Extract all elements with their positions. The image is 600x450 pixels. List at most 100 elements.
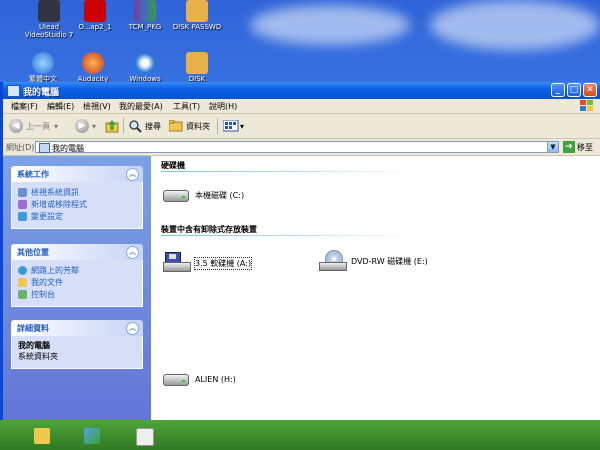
collapse-icon[interactable]: ︽ [126, 246, 139, 259]
task-view-system-info[interactable]: 檢視系統資訊 [18, 186, 136, 198]
task-pane: 系統工作 ︽ 檢視系統資訊 新增或移除程式 變更設定 其他位置 ︽ 網路上的芳鄰… [3, 156, 151, 420]
folder-icon[interactable] [34, 428, 50, 444]
hard-drive-icon [163, 368, 191, 390]
other-places-panel: 其他位置 ︽ 網路上的芳鄰 我的文件 控制台 [11, 244, 143, 307]
toolbar-separator [123, 118, 124, 134]
windows-flag-icon [580, 100, 593, 111]
search-icon [129, 119, 142, 133]
archive-icon [134, 0, 156, 22]
views-button[interactable]: ▾ [223, 118, 244, 134]
close-button[interactable]: ✕ [583, 83, 597, 97]
address-input[interactable]: 我的電腦 [35, 141, 555, 153]
system-tasks-header[interactable]: 系統工作 ︽ [11, 166, 143, 182]
details-panel: 詳細資料 ︽ 我的電腦 系統資料夾 [11, 320, 143, 369]
ulead-icon [38, 0, 60, 22]
desktop-icon-disk[interactable]: DISK [168, 52, 226, 83]
headphones-icon [82, 52, 104, 74]
place-control-panel[interactable]: 控制台 [18, 288, 136, 300]
views-grid-icon [223, 120, 239, 132]
chevron-down-icon: ▾ [92, 121, 97, 131]
collapse-icon[interactable]: ︽ [126, 168, 139, 181]
forward-arrow-icon: ▶ [75, 119, 89, 133]
desktop-cloud [250, 5, 410, 45]
system-tasks-body: 檢視系統資訊 新增或移除程式 變更設定 [11, 182, 143, 229]
up-folder-icon [105, 120, 119, 133]
address-label: 網址(D) [6, 143, 35, 152]
dvd-drive-icon [319, 250, 347, 272]
place-my-documents[interactable]: 我的文件 [18, 276, 136, 288]
drive-dvd-e[interactable]: DVD-RW 磁碟機 (E:) [319, 250, 428, 272]
menu-favorites[interactable]: 我的最愛(A) [119, 101, 163, 112]
network-icon [18, 265, 27, 275]
go-button[interactable]: ➔ 移至 [563, 141, 593, 153]
toolbar: ◀ 上一頁 ▾ ▶ ▾ 搜尋 資料夾 ▾ [3, 114, 600, 139]
details-subtitle: 系統資料夾 [18, 352, 58, 361]
ie-icon [32, 52, 54, 74]
up-folder-button[interactable] [105, 118, 119, 134]
disk-icon [186, 52, 208, 74]
menu-tools[interactable]: 工具(T) [173, 101, 200, 112]
toolbar-separator [217, 118, 218, 134]
menu-help[interactable]: 說明(H) [209, 101, 237, 112]
desktop-bottom [0, 420, 600, 450]
media-player-icon [134, 52, 156, 74]
chevron-down-icon: ▾ [240, 121, 245, 131]
document-icon[interactable] [136, 428, 154, 446]
go-arrow-icon: ➔ [563, 141, 575, 153]
desktop-icon-windows[interactable]: Windows [116, 52, 174, 83]
programs-icon [18, 199, 27, 209]
menu-edit[interactable]: 編輯(E) [47, 101, 74, 112]
other-places-body: 網路上的芳鄰 我的文件 控制台 [11, 260, 143, 307]
menu-view[interactable]: 檢視(V) [83, 101, 111, 112]
task-change-settings[interactable]: 變更設定 [18, 210, 136, 222]
my-computer-icon [7, 85, 20, 97]
removable-heading: 裝置中含有卸除式存放裝置 [161, 225, 257, 234]
forward-button[interactable]: ▶ ▾ [75, 118, 96, 134]
ati-icon [84, 0, 106, 22]
address-dropdown-button[interactable]: ▼ [547, 141, 559, 153]
drive-floppy-a[interactable]: 3.5 軟碟機 (A:) [163, 252, 253, 274]
file-list: 硬碟機 本機磁碟 (C:) 裝置中含有卸除式存放裝置 3.5 軟碟機 (A:) … [151, 156, 600, 420]
explorer-window: 我的電腦 _ □ ✕ 檔案(F) 編輯(E) 檢視(V) 我的最愛(A) 工具(… [0, 82, 600, 420]
menu-file[interactable]: 檔案(F) [11, 101, 38, 112]
hard-drive-icon [163, 184, 191, 206]
details-header[interactable]: 詳細資料 ︽ [11, 320, 143, 336]
disk-passwd-icon [186, 0, 208, 22]
group-divider [161, 235, 421, 236]
title-bar[interactable]: 我的電腦 _ □ ✕ [3, 82, 600, 99]
desktop-icon-disk-passwd[interactable]: DISK PASSWD [168, 0, 226, 31]
minimize-button[interactable]: _ [551, 83, 565, 97]
my-computer-icon [39, 143, 50, 153]
collapse-icon[interactable]: ︽ [126, 322, 139, 335]
details-body: 我的電腦 系統資料夾 [11, 336, 143, 369]
back-button[interactable]: ◀ 上一頁 ▾ [9, 118, 58, 134]
photo-icon[interactable] [84, 428, 100, 444]
task-add-remove-programs[interactable]: 新增或移除程式 [18, 198, 136, 210]
floppy-drive-icon [163, 252, 191, 274]
window-title: 我的電腦 [23, 88, 60, 98]
control-panel-icon [18, 289, 27, 299]
folder-icon [169, 120, 183, 132]
documents-folder-icon [18, 277, 27, 287]
place-network[interactable]: 網路上的芳鄰 [18, 264, 136, 276]
folders-button[interactable]: 資料夾 [169, 118, 210, 134]
chevron-down-icon: ▾ [54, 121, 59, 131]
menu-bar: 檔案(F) 編輯(E) 檢視(V) 我的最愛(A) 工具(T) 說明(H) [3, 99, 600, 114]
system-info-icon [18, 187, 27, 197]
drive-local-c[interactable]: 本機磁碟 (C:) [163, 184, 244, 206]
address-bar: 網址(D) 我的電腦 ▼ ➔ 移至 [3, 139, 600, 156]
address-value: 我的電腦 [52, 144, 84, 153]
other-places-header[interactable]: 其他位置 ︽ [11, 244, 143, 260]
group-divider [161, 171, 421, 172]
back-arrow-icon: ◀ [9, 119, 23, 133]
system-tasks-panel: 系統工作 ︽ 檢視系統資訊 新增或移除程式 變更設定 [11, 166, 143, 229]
desktop-icon-audacity[interactable]: Audacity [64, 52, 122, 83]
hard-disks-heading: 硬碟機 [161, 161, 185, 170]
search-button[interactable]: 搜尋 [129, 118, 161, 134]
desktop-cloud [430, 0, 600, 50]
desktop-icon-tcm[interactable]: TCM_PKG [116, 0, 174, 31]
details-name: 我的電腦 [18, 341, 50, 350]
maximize-button[interactable]: □ [567, 83, 581, 97]
control-panel-icon [18, 211, 27, 221]
drive-alien-h[interactable]: ALIEN (H:) [163, 368, 236, 390]
